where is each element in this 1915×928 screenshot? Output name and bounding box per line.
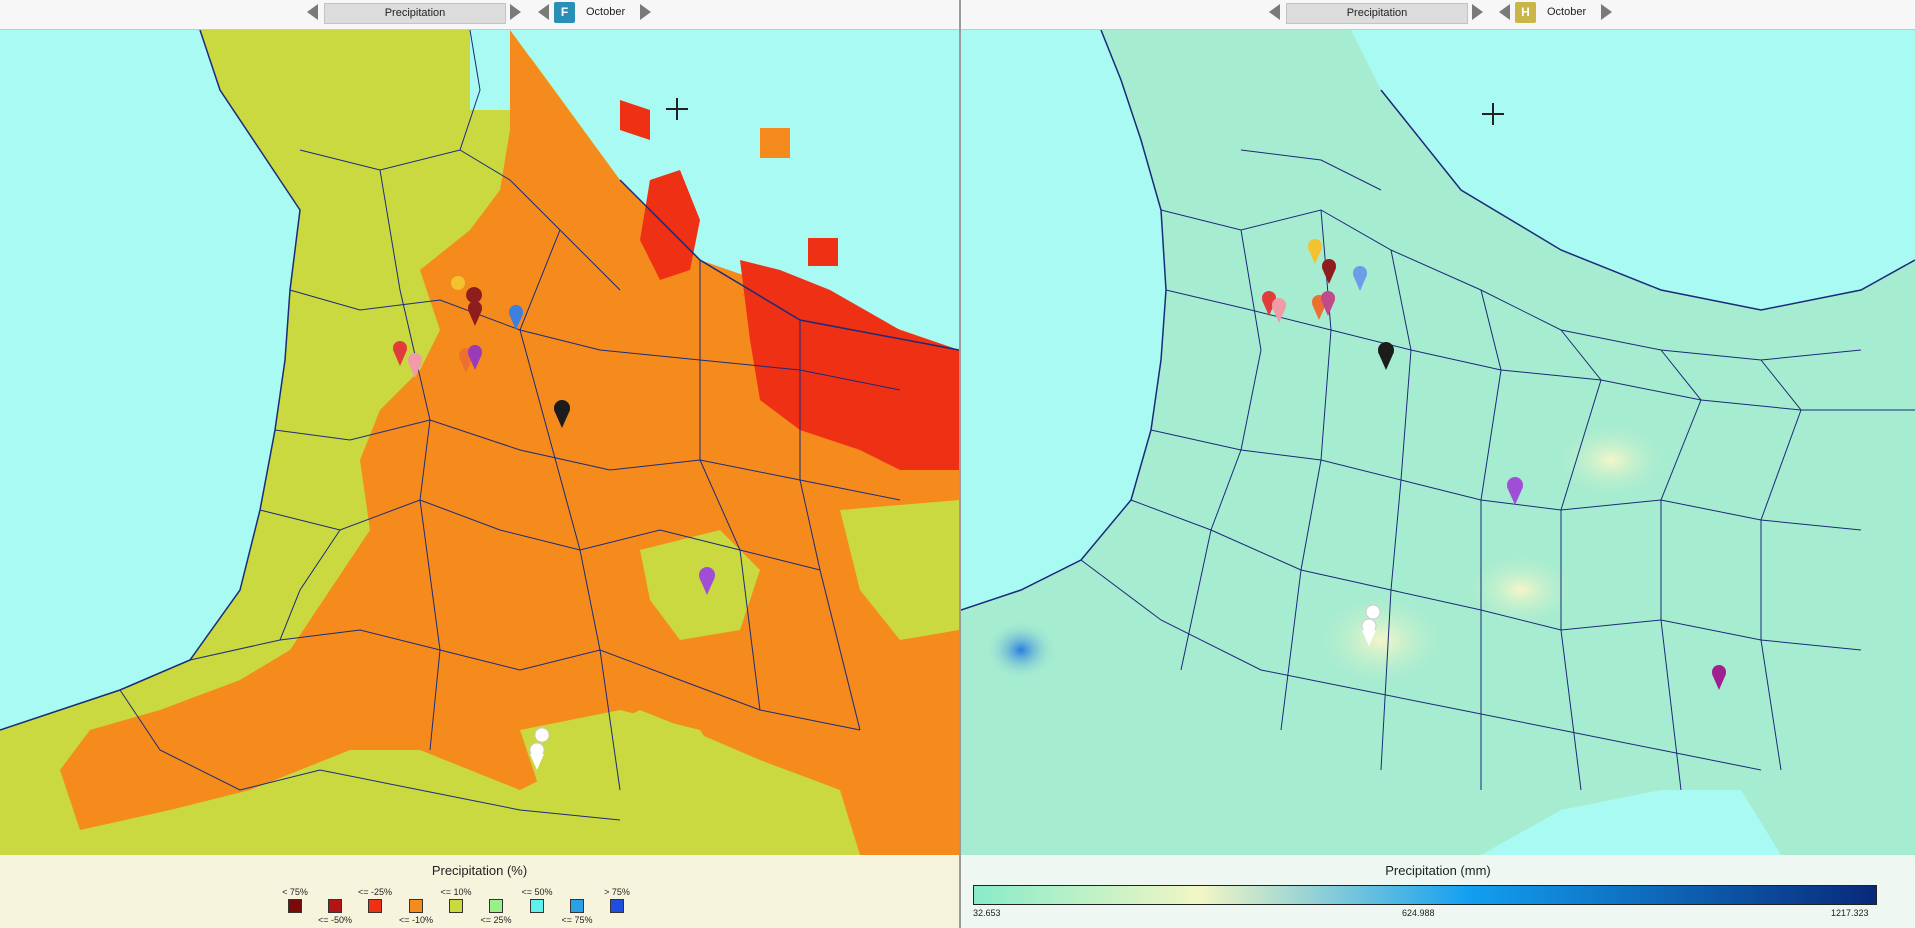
legend-swatch [328, 899, 342, 913]
legend-swatch [570, 899, 584, 913]
map-pin-icon [1378, 342, 1394, 370]
legend-swatch [610, 899, 624, 913]
next-month-arrow-icon[interactable] [1601, 4, 1612, 20]
legend-title: Precipitation (mm) [1385, 863, 1491, 878]
map-pin-icon [509, 305, 523, 330]
map-pin-icon [1322, 259, 1336, 284]
prev-month-arrow-icon[interactable] [1499, 4, 1510, 20]
left-legend: Precipitation (%) < 75% <= -50% <= -25% … [0, 855, 959, 928]
map-pin-icon [529, 727, 550, 770]
map-pin-icon [1353, 266, 1367, 291]
legend-mid-value: 624.988 [1402, 908, 1435, 918]
map-pin-icon [1321, 291, 1335, 316]
variable-selector[interactable]: Precipitation [324, 3, 506, 24]
map-pin-icon [468, 301, 482, 326]
legend-swatch [288, 899, 302, 913]
map-pin-icon [1308, 239, 1322, 264]
color-ramp [973, 885, 1877, 905]
right-map[interactable] [961, 30, 1915, 855]
prev-variable-arrow-icon[interactable] [1269, 4, 1280, 20]
map-pin-icon [408, 353, 422, 378]
next-variable-arrow-icon[interactable] [1472, 4, 1483, 20]
location-markers [1262, 239, 1726, 690]
month-label[interactable]: October [586, 3, 625, 22]
prev-variable-arrow-icon[interactable] [307, 4, 318, 20]
legend-max-value: 1217.323 [1831, 908, 1869, 918]
map-pin-icon [1507, 477, 1523, 505]
map-pin-icon [699, 567, 715, 595]
right-toolbar: Precipitation H October [961, 0, 1915, 30]
historical-badge[interactable]: H [1515, 2, 1536, 23]
legend-item: > 75% [587, 855, 647, 913]
left-toolbar: Precipitation F October [0, 0, 959, 30]
legend-swatch [530, 899, 544, 913]
legend-min-value: 32.653 [973, 908, 1001, 918]
legend-swatch [409, 899, 423, 913]
forecast-badge[interactable]: F [554, 2, 575, 23]
right-map-panel: Precipitation H October Precipitation (m… [961, 0, 1915, 928]
legend-swatch [368, 899, 382, 913]
left-map[interactable] [0, 30, 959, 855]
map-pin-icon [393, 341, 407, 366]
map-pin-icon [451, 276, 465, 290]
map-pin-icon [1272, 298, 1286, 323]
map-pin-icon [1361, 604, 1381, 646]
next-month-arrow-icon[interactable] [640, 4, 651, 20]
map-pin-icon [1712, 665, 1726, 690]
month-label[interactable]: October [1547, 3, 1586, 22]
variable-selector[interactable]: Precipitation [1286, 3, 1468, 24]
left-map-panel: Precipitation F October Precipitation (%… [0, 0, 959, 928]
map-pin-icon [468, 345, 482, 370]
prev-month-arrow-icon[interactable] [538, 4, 549, 20]
location-markers [393, 276, 715, 770]
next-variable-arrow-icon[interactable] [510, 4, 521, 20]
legend-swatch [489, 899, 503, 913]
right-legend: Precipitation (mm) 32.653 624.988 1217.3… [961, 855, 1915, 928]
map-pin-icon [554, 400, 570, 428]
legend-swatch [449, 899, 463, 913]
